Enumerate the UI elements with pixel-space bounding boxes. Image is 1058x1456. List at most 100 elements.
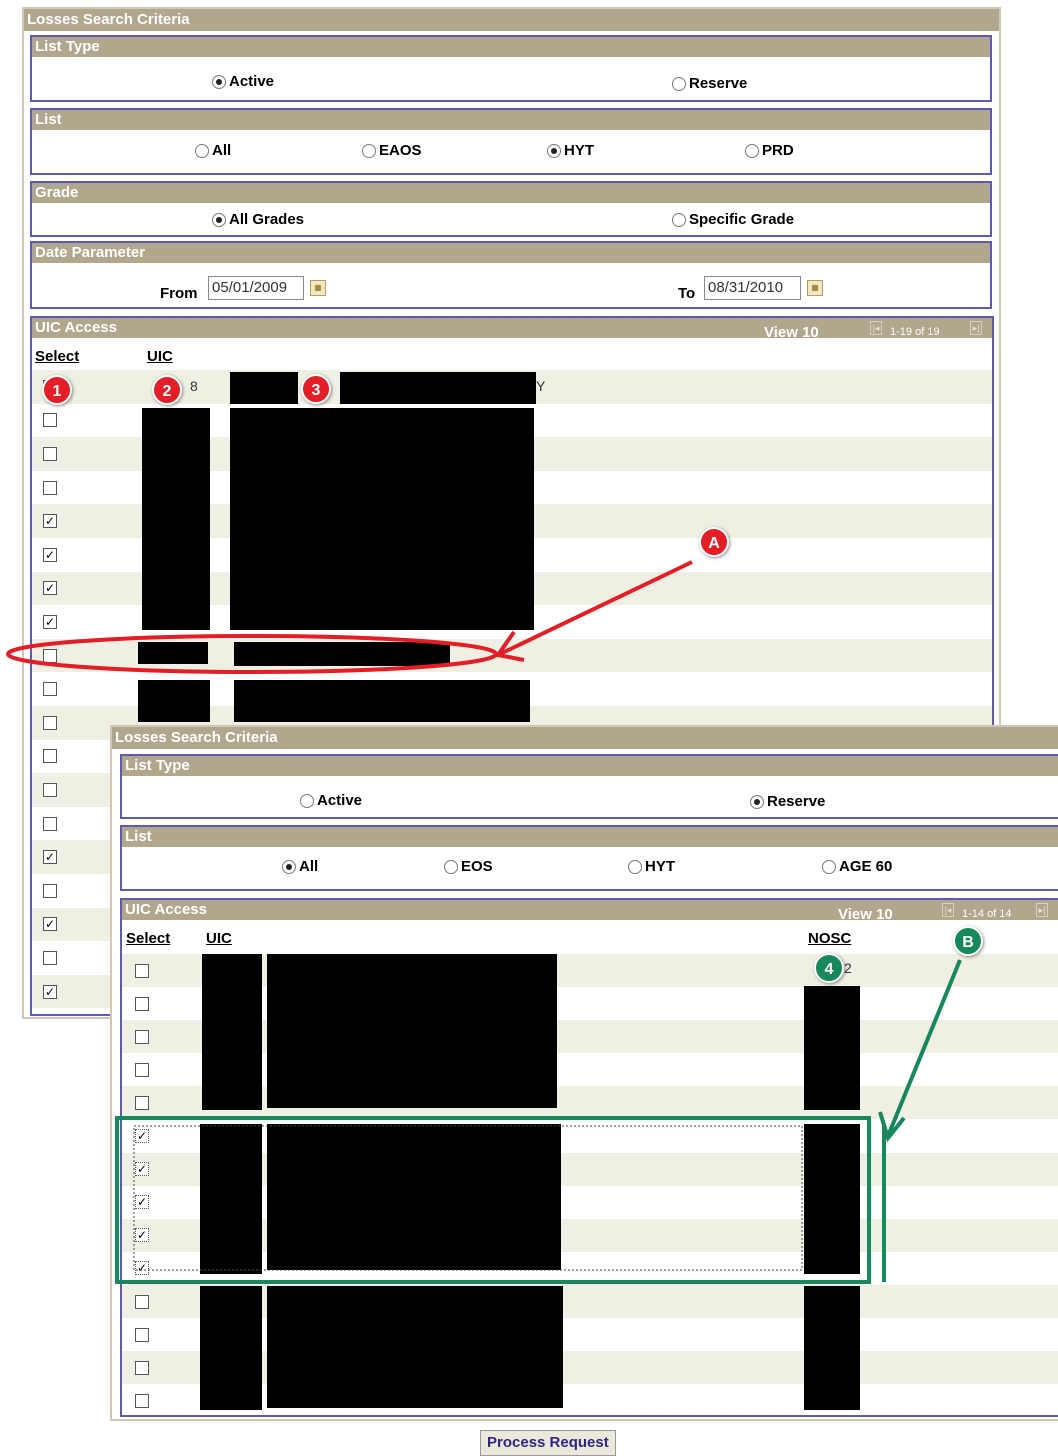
badge-2: 2 [152, 375, 182, 405]
row-select-checkbox[interactable] [43, 682, 57, 697]
row-select-checkbox[interactable] [135, 1393, 149, 1408]
pager-count: 1-14 of 14 [962, 908, 1012, 920]
row-select-checkbox[interactable] [135, 1294, 149, 1309]
back-radio-all[interactable]: All [195, 142, 231, 159]
radio-icon [745, 143, 759, 158]
back-list-section: List All EAOS HYT PRD [30, 108, 992, 175]
back-date-section: Date Parameter From 05/01/2009 ▦ To 08/3… [30, 241, 992, 309]
view-10-link[interactable]: View 10 [838, 906, 893, 923]
row-select-checkbox[interactable] [135, 996, 149, 1011]
row-select-checkbox[interactable]: ✓ [43, 984, 57, 999]
table-row [122, 1218, 1058, 1252]
front-radio-hyt[interactable]: HYT [628, 858, 675, 875]
badge-3: 3 [301, 374, 331, 404]
last-page-icon[interactable]: ▸| [970, 321, 982, 335]
table-row [122, 954, 1058, 988]
row-select-checkbox[interactable] [135, 1360, 149, 1375]
radio-icon [444, 859, 458, 874]
row-select-checkbox[interactable] [135, 1095, 149, 1110]
radio-icon [672, 76, 686, 91]
calendar-icon[interactable]: ▦ [310, 280, 326, 296]
first-page-icon[interactable]: |◂ [870, 321, 882, 335]
col-select-header[interactable]: Select [126, 930, 170, 947]
row-select-checkbox[interactable] [43, 749, 57, 764]
row-select-checkbox[interactable] [43, 816, 57, 831]
row-select-checkbox[interactable] [135, 1062, 149, 1077]
radio-icon [212, 212, 226, 227]
back-radio-prd[interactable]: PRD [745, 142, 794, 159]
calendar-icon[interactable]: ▦ [807, 280, 823, 296]
redaction-block [200, 1286, 262, 1410]
back-list-type-title: List Type [32, 37, 990, 57]
front-radio-reserve[interactable]: Reserve [750, 793, 825, 810]
back-radio-specific-grade[interactable]: Specific Grade [672, 211, 794, 228]
to-date-field[interactable]: 08/31/2010 [704, 276, 801, 300]
row-select-checkbox[interactable]: ✓ [43, 850, 57, 865]
redaction-block [200, 1124, 262, 1274]
front-radio-age-60[interactable]: AGE 60 [822, 858, 892, 875]
pager-count: 1-19 of 19 [890, 326, 940, 338]
table-row [122, 1384, 1058, 1415]
table-row [122, 1318, 1058, 1351]
front-radio-all[interactable]: All [282, 858, 318, 875]
col-nosc-header[interactable]: NOSC [808, 930, 851, 947]
radio-icon [672, 212, 686, 227]
redaction-block [142, 408, 210, 630]
radio-icon [212, 74, 226, 89]
col-uic-header[interactable]: UIC [206, 930, 232, 947]
uic-cell-fragment: 8 [190, 378, 198, 394]
front-list-title: List [122, 827, 1058, 847]
row-select-checkbox[interactable] [135, 963, 149, 978]
row-select-checkbox[interactable]: ✓ [135, 1228, 149, 1243]
redaction-block [267, 1124, 561, 1270]
table-row [122, 1053, 1058, 1086]
row-select-checkbox[interactable] [43, 648, 57, 663]
row-select-checkbox[interactable] [43, 413, 57, 428]
back-radio-active[interactable]: Active [212, 73, 274, 90]
row-select-checkbox[interactable] [43, 480, 57, 495]
col-uic-header[interactable]: UIC [147, 348, 173, 365]
to-label: To [678, 285, 696, 302]
table-row [122, 987, 1058, 1020]
row-select-checkbox[interactable]: ✓ [43, 615, 57, 629]
row-select-checkbox[interactable] [43, 883, 57, 898]
row-select-checkbox[interactable]: ✓ [135, 1129, 149, 1144]
back-panel-title: Losses Search Criteria [24, 9, 999, 31]
row-select-checkbox[interactable]: ✓ [43, 547, 57, 562]
row-select-checkbox[interactable]: ✓ [135, 1261, 149, 1276]
redaction-block [804, 986, 860, 1110]
badge-1: 1 [42, 375, 72, 405]
redaction-block [340, 372, 536, 404]
row-select-checkbox[interactable]: ✓ [135, 1162, 149, 1177]
from-date-field[interactable]: 05/01/2009 [208, 276, 304, 300]
process-request-button[interactable]: Process Request [480, 1430, 616, 1456]
col-select-header[interactable]: Select [35, 348, 79, 365]
row-select-checkbox[interactable] [135, 1029, 149, 1044]
row-select-checkbox[interactable]: ✓ [43, 917, 57, 932]
first-page-icon[interactable]: |◂ [942, 903, 954, 917]
row-select-checkbox[interactable]: ✓ [43, 581, 57, 596]
view-10-link[interactable]: View 10 [764, 324, 819, 341]
radio-icon [547, 143, 561, 158]
back-radio-hyt[interactable]: HYT [547, 142, 594, 159]
front-panel-title: Losses Search Criteria [112, 727, 1058, 749]
row-select-checkbox[interactable] [43, 715, 57, 730]
front-uic-section: UIC Access View 10 |◂ 1-14 of 14 ▸| Sele… [120, 898, 1058, 1417]
redaction-block [234, 680, 530, 722]
front-radio-eos[interactable]: EOS [444, 858, 493, 875]
front-list-section: List All EOS HYT AGE 60 [120, 825, 1058, 891]
row-select-checkbox[interactable] [43, 447, 57, 461]
front-uic-title: UIC Access [122, 900, 1058, 920]
row-select-checkbox[interactable]: ✓ [43, 514, 57, 529]
front-radio-active[interactable]: Active [300, 792, 362, 809]
row-select-checkbox[interactable] [135, 1327, 149, 1342]
row-select-checkbox[interactable]: ✓ [135, 1195, 149, 1210]
back-radio-all-grades[interactable]: All Grades [212, 211, 304, 228]
redaction-block [230, 372, 298, 404]
last-page-icon[interactable]: ▸| [1036, 903, 1048, 917]
row-select-checkbox[interactable] [43, 951, 57, 965]
table-row [122, 1120, 1058, 1153]
row-select-checkbox[interactable] [43, 783, 57, 797]
back-radio-reserve[interactable]: Reserve [672, 75, 747, 92]
back-radio-eaos[interactable]: EAOS [362, 142, 422, 159]
